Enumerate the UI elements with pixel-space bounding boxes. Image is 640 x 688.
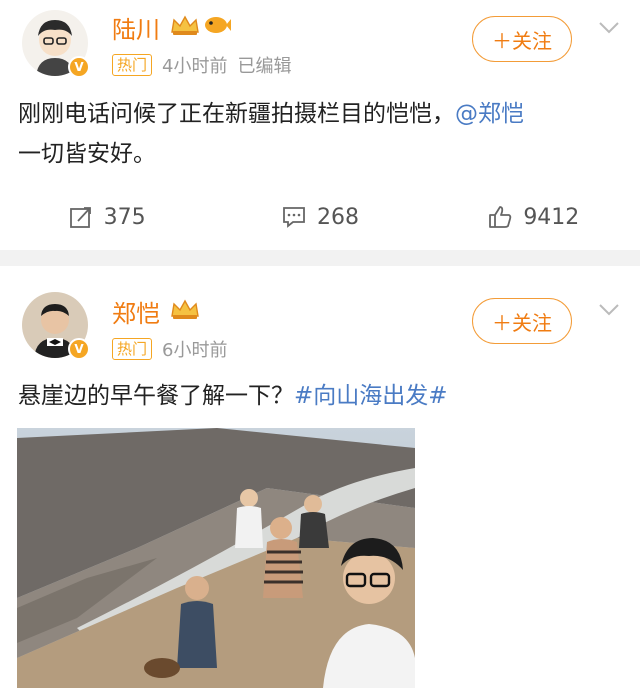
comment-icon bbox=[283, 207, 305, 228]
follow-button[interactable]: ＋关注 bbox=[472, 298, 572, 344]
action-bar: 375 268 9412 bbox=[0, 187, 640, 247]
repost-icon bbox=[69, 207, 91, 228]
post-photo[interactable] bbox=[17, 428, 415, 688]
post-text: 刚刚电话问候了正在新疆拍摄栏目的恺恺，@郑恺 一切皆安好。 bbox=[18, 101, 524, 167]
comment-button[interactable]: 268 bbox=[213, 187, 426, 247]
post-divider bbox=[0, 250, 640, 266]
weibo-post: V 郑恺 热门 6小时前 ＋关注 悬崖边的早午餐了解一下？#向山海出发# bbox=[0, 266, 640, 688]
mention-link[interactable]: @郑恺 bbox=[455, 101, 524, 127]
fish-icon bbox=[205, 17, 231, 33]
verified-badge-icon: V bbox=[68, 338, 90, 360]
post-time: 4小时前 bbox=[162, 56, 228, 77]
hot-badge: 热门 bbox=[112, 54, 153, 76]
topic-link[interactable]: #向山海出发# bbox=[294, 383, 448, 409]
chevron-down-icon[interactable] bbox=[596, 296, 622, 322]
post-username[interactable]: 郑恺 bbox=[112, 294, 160, 329]
edited-label: 已编辑 bbox=[237, 56, 292, 77]
verified-badge-icon: V bbox=[68, 56, 90, 78]
post-time: 6小时前 bbox=[162, 340, 228, 361]
post-username[interactable]: 陆川 bbox=[112, 10, 160, 45]
crown-icon bbox=[171, 15, 199, 35]
follow-button[interactable]: ＋关注 bbox=[472, 16, 572, 62]
weibo-post: V 陆川 热门 4小时前 已编辑 ＋关注 刚刚电话问候了正在新疆拍摄栏目的恺恺，… bbox=[0, 0, 640, 250]
crown-icon bbox=[171, 299, 199, 319]
thumbs-up-icon bbox=[489, 206, 512, 228]
chevron-down-icon[interactable] bbox=[596, 14, 622, 40]
like-button[interactable]: 9412 bbox=[427, 187, 640, 247]
repost-button[interactable]: 375 bbox=[0, 187, 213, 247]
hot-badge: 热门 bbox=[112, 338, 153, 360]
post-text: 悬崖边的早午餐了解一下？#向山海出发# bbox=[18, 383, 448, 409]
